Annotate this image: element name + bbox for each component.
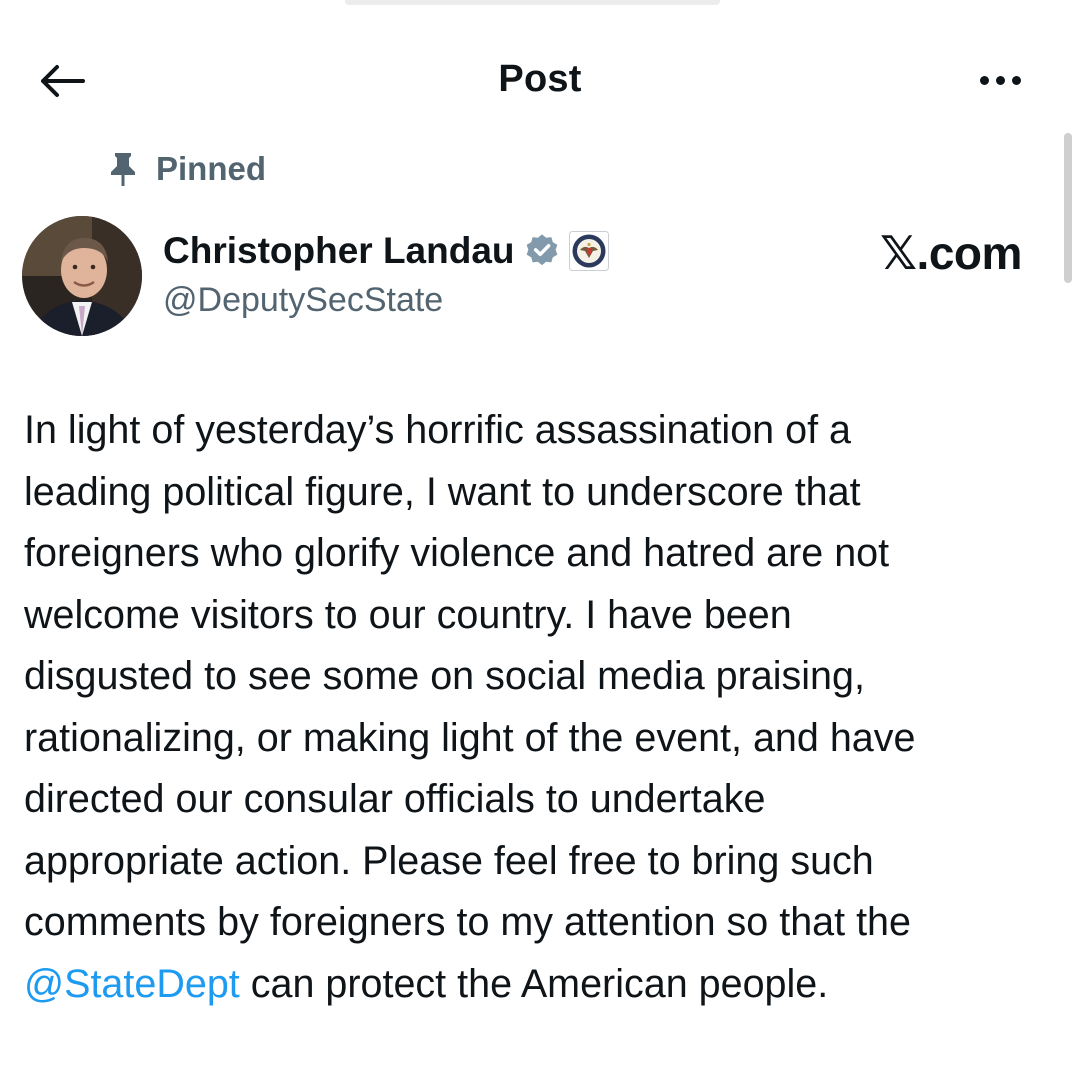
more-horizontal-icon (979, 75, 989, 85)
pinned-label: Pinned (156, 150, 267, 187)
author-name[interactable]: Christopher Landau (163, 230, 515, 272)
author-name-row: Christopher Landau (163, 225, 609, 277)
gray-verified-badge-icon[interactable] (523, 232, 561, 270)
author-info: Christopher Landau @DeputySecState (163, 225, 609, 320)
more-options-button[interactable] (970, 60, 1030, 100)
pin-icon (111, 153, 135, 186)
post-text-end: can protect the American people. (239, 961, 829, 1006)
more-horizontal-icon-dot (995, 75, 1005, 85)
avatar-photo (22, 216, 142, 336)
avatar[interactable] (22, 216, 142, 336)
post-text-main: In light of yesterday’s horrific assassi… (24, 408, 916, 944)
more-horizontal-icon-dot (1011, 75, 1021, 85)
top-app-bar: Post (0, 40, 1080, 120)
scrollbar[interactable] (1064, 133, 1072, 283)
pinned-indicator: Pinned (108, 150, 266, 188)
state-department-seal-icon[interactable] (568, 231, 609, 271)
x-com-watermark: 𝕏.com (880, 227, 1022, 279)
post-text: In light of yesterday’s horrific assassi… (24, 400, 1069, 1015)
page-title: Post (498, 58, 582, 100)
author-handle[interactable]: @DeputySecState (163, 281, 609, 320)
top-edge-shadow (345, 0, 720, 5)
mention-link[interactable]: @StateDept (24, 962, 240, 1006)
